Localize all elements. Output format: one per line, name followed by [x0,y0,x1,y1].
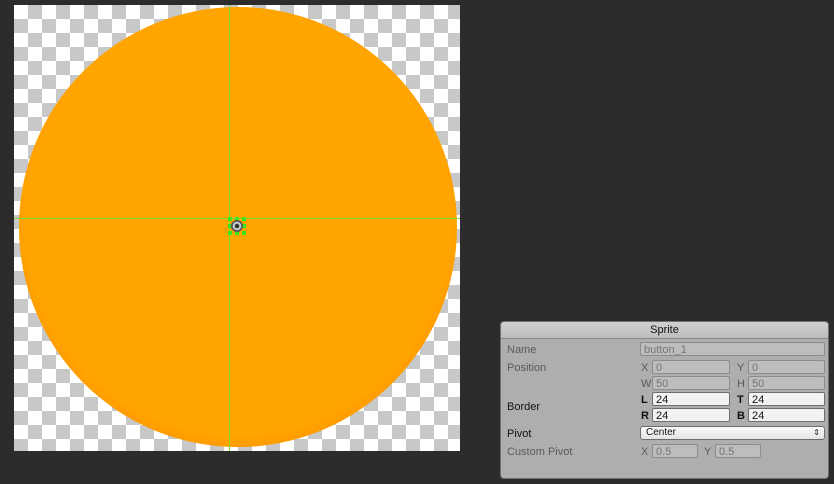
border-row-top: Border L 24 T 24 [501,392,828,413]
custom-pivot-y-axis: Y [704,446,712,458]
border-t-axis: T [737,394,744,406]
custom-pivot-x-axis: X [641,446,649,458]
border-left-field[interactable]: 24 [652,392,730,406]
name-row: Name button_1 [501,342,828,358]
border-bottom-field[interactable]: 24 [748,408,825,422]
size-row: W 50 H 50 [501,376,828,392]
pivot-handle[interactable] [228,217,246,235]
custom-pivot-row: Custom Pivot X 0.5 Y 0.5 [501,444,828,460]
position-h-field[interactable]: 50 [748,376,825,390]
border-l-axis: L [641,394,648,406]
position-y-axis: Y [737,362,745,374]
border-r-axis: R [641,410,649,422]
position-w-field[interactable]: 50 [652,376,730,390]
custom-pivot-label: Custom Pivot [507,446,573,458]
position-label: Position [507,362,547,374]
pivot-row: Pivot Center ⇕ [501,426,828,442]
dropdown-arrows-icon: ⇕ [813,428,820,437]
position-row: Position X 0 Y 0 [501,360,828,376]
position-h-axis: H [737,378,745,390]
pivot-corner-dot [228,231,232,235]
sprite-panel: Sprite Name button_1 Position X 0 Y 0 W … [500,321,829,479]
pivot-label: Pivot [507,428,532,440]
position-y-field[interactable]: 0 [748,360,825,374]
pivot-ring-icon [231,220,243,232]
sprite-canvas[interactable] [14,5,460,451]
position-x-axis: X [641,362,649,374]
pivot-dropdown[interactable]: Center ⇕ [640,426,825,440]
name-label: Name [507,344,537,356]
pivot-selected-value: Center [646,427,677,438]
custom-pivot-y-field[interactable]: 0.5 [715,444,761,458]
border-row-bottom: R 24 B 24 [501,408,828,424]
pivot-corner-dot [228,217,232,221]
position-w-axis: W [641,378,652,390]
position-x-field[interactable]: 0 [652,360,730,374]
border-right-field[interactable]: 24 [652,408,730,422]
border-top-field[interactable]: 24 [748,392,825,406]
border-b-axis: B [737,410,745,422]
pivot-corner-dot [242,217,246,221]
pivot-corner-dot [242,231,246,235]
name-field[interactable]: button_1 [640,342,825,356]
panel-title: Sprite [501,322,828,339]
custom-pivot-x-field[interactable]: 0.5 [652,444,698,458]
